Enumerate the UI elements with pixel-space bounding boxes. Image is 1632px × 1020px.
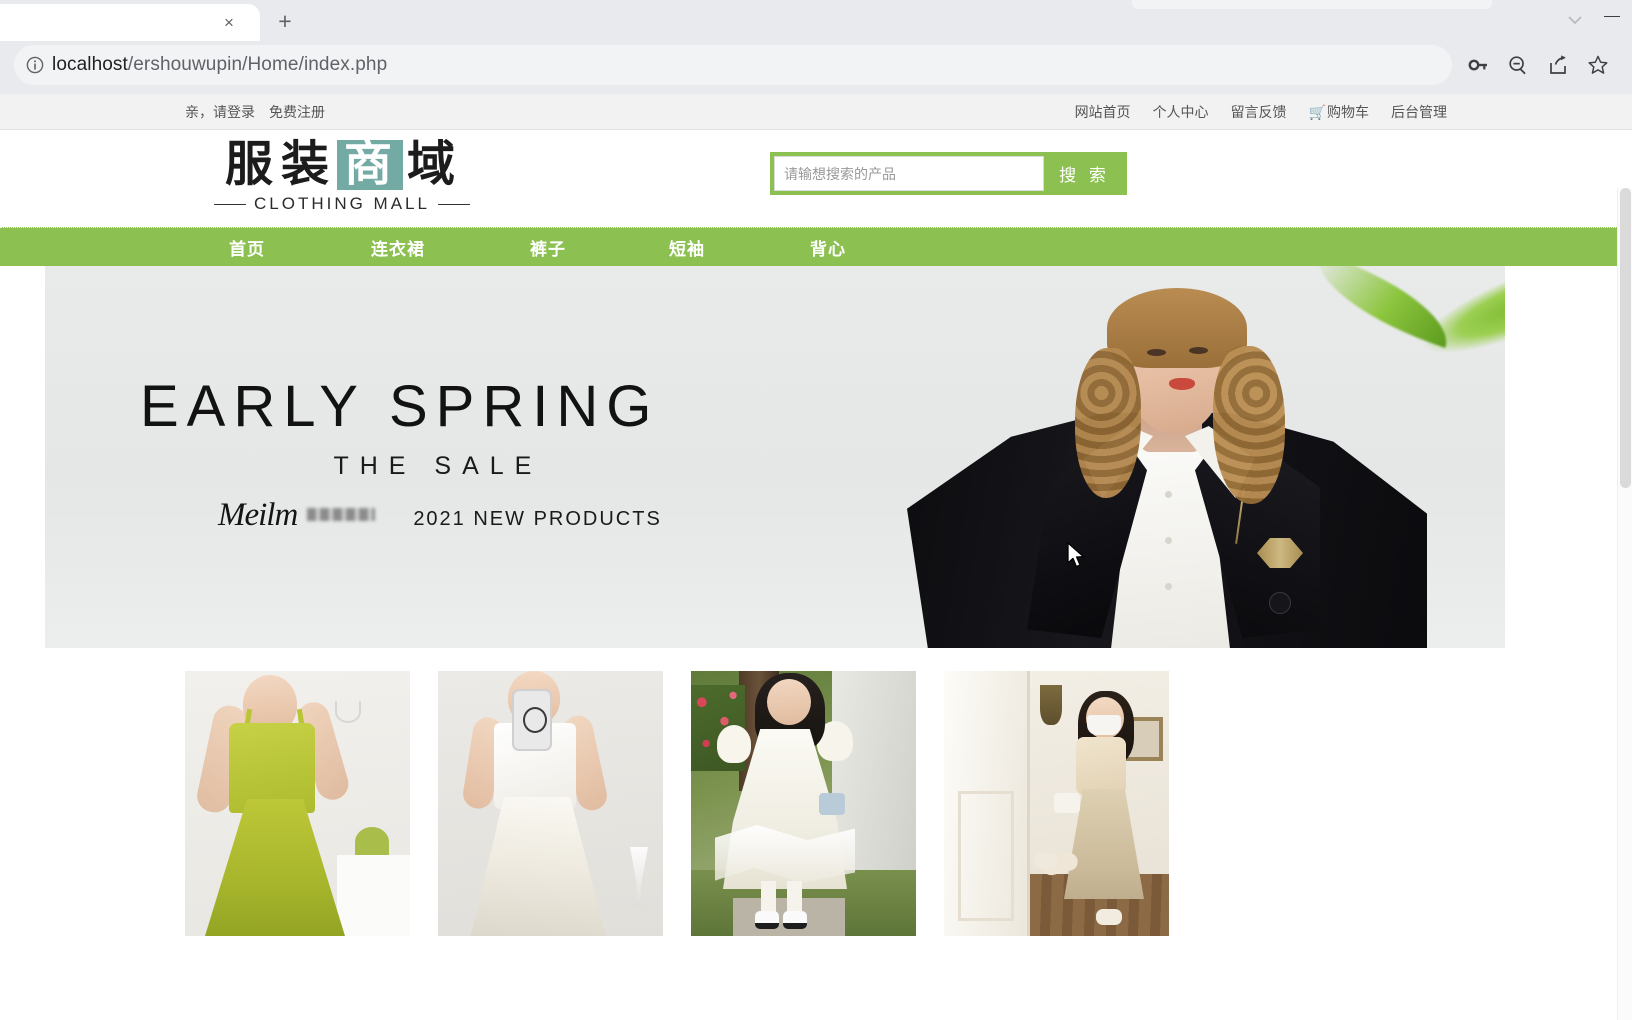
detached-panel-sliver [1132, 0, 1492, 9]
scrollbar-thumb[interactable] [1620, 188, 1631, 488]
password-key-icon[interactable] [1458, 45, 1498, 85]
product-card[interactable] [691, 671, 916, 936]
search-input[interactable] [774, 156, 1044, 191]
hero-banner[interactable]: EARLY SPRING THE SALE Meilm 2021 NEW PRO… [45, 266, 1505, 648]
category-navbar: 首页 连衣裙 裤子 短袖 背心 [0, 227, 1632, 266]
minimize-icon[interactable] [1592, 4, 1632, 38]
account-links: 亲，请登录 免费注册 [185, 102, 325, 122]
logo-subtitle: CLOTHING MALL [197, 194, 487, 214]
page-scrollbar[interactable] [1617, 188, 1632, 1020]
site-header: 服 装 商 域 CLOTHING MALL 搜 索 [0, 130, 1632, 227]
address-bar[interactable]: localhost/ershouwupin/Home/index.php [14, 44, 1452, 85]
nav-item-dress[interactable]: 连衣裙 [371, 235, 425, 260]
nav-item-home[interactable]: 首页 [229, 235, 265, 260]
nav-item-vest[interactable]: 背心 [810, 235, 846, 260]
login-link[interactable]: 亲，请登录 [185, 102, 255, 122]
site-utility-bar: 亲，请登录 免费注册 网站首页 个人中心 留言反馈 🛒购物车 后台管理 [0, 94, 1632, 130]
window-controls [1442, 0, 1632, 41]
product-image-white-ruffle-dress [691, 671, 916, 936]
logo-char-2: 装 [280, 138, 333, 191]
banner-brand-redacted [307, 508, 376, 521]
product-card[interactable] [438, 671, 663, 936]
nav-item-pants[interactable]: 裤子 [530, 235, 566, 260]
share-icon[interactable] [1538, 45, 1578, 85]
utility-link-user-center[interactable]: 个人中心 [1153, 102, 1209, 122]
product-grid [185, 671, 1447, 936]
banner-subhead: THE SALE [333, 452, 543, 480]
search-button[interactable]: 搜 索 [1044, 154, 1125, 193]
logo-char-1: 服 [224, 138, 277, 191]
site-info-icon[interactable] [18, 48, 52, 82]
banner-brand-row: Meilm 2021 NEW PRODUCTS [140, 497, 662, 534]
logo-characters: 服 装 商 域 [197, 138, 487, 191]
browser-tab-active[interactable]: × [0, 4, 260, 41]
nav-item-tshirt[interactable]: 短袖 [669, 235, 705, 260]
utility-link-cart[interactable]: 🛒购物车 [1309, 102, 1369, 122]
omnibox-toolbar: localhost/ershouwupin/Home/index.php [0, 41, 1632, 94]
banner-brand-script: Meilm [218, 497, 298, 533]
register-link[interactable]: 免费注册 [269, 102, 325, 122]
tab-strip: × + [0, 0, 1632, 41]
logo-rule-right [437, 203, 470, 205]
banner-model-photo [907, 266, 1427, 648]
product-image-beige-outfit [944, 671, 1169, 936]
zoom-out-icon[interactable] [1498, 45, 1538, 85]
new-tab-icon[interactable]: + [268, 6, 302, 36]
logo-char-4: 域 [407, 138, 460, 191]
chevron-down-icon[interactable] [1558, 4, 1592, 38]
logo-subtitle-text: CLOTHING MALL [254, 194, 430, 214]
product-card[interactable] [185, 671, 410, 936]
url-text[interactable]: localhost/ershouwupin/Home/index.php [52, 54, 387, 76]
url-path: /ershouwupin/Home/index.php [127, 53, 388, 75]
site-logo[interactable]: 服 装 商 域 CLOTHING MALL [197, 138, 487, 214]
url-host: localhost [52, 53, 128, 75]
omnibox-actions [1452, 45, 1618, 85]
close-tab-icon[interactable]: × [216, 10, 242, 36]
banner-headline: EARLY SPRING [140, 374, 660, 439]
bookmark-star-icon[interactable] [1578, 45, 1618, 85]
web-page: 亲，请登录 免费注册 网站首页 个人中心 留言反馈 🛒购物车 后台管理 服 装 … [0, 94, 1632, 1020]
logo-char-boxed: 商 [337, 139, 404, 191]
browser-chrome: × + localhost/ershouwupin/Home/index.php [0, 0, 1632, 94]
shopping-cart-icon: 🛒 [1308, 103, 1326, 120]
utility-links: 网站首页 个人中心 留言反馈 🛒购物车 后台管理 [1075, 102, 1447, 122]
search-bar: 搜 索 [770, 152, 1127, 195]
product-card[interactable] [944, 671, 1169, 936]
banner-copy: EARLY SPRING THE SALE Meilm 2021 NEW PRO… [140, 378, 662, 534]
utility-link-feedback[interactable]: 留言反馈 [1231, 102, 1287, 122]
utility-link-cart-label: 购物车 [1327, 103, 1369, 120]
logo-rule-left [214, 203, 246, 205]
utility-link-admin[interactable]: 后台管理 [1391, 102, 1447, 122]
product-image-chartreuse-dress [185, 671, 410, 936]
banner-year-products: 2021 NEW PRODUCTS [413, 508, 662, 530]
product-image-white-satin-dress [438, 671, 663, 936]
utility-link-home[interactable]: 网站首页 [1075, 102, 1131, 122]
